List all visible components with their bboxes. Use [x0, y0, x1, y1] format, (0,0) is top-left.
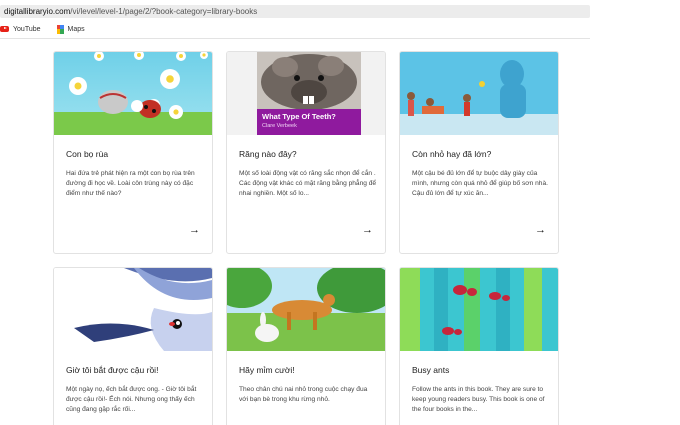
book-title[interactable]: Còn nhỏ hay đã lớn? [412, 149, 491, 159]
book-description: Một ngày nọ, ếch bắt được ong. - Giờ tôi… [66, 386, 197, 413]
book-cover-image [54, 268, 212, 351]
bookmarks-bar: YouTube Maps [0, 22, 101, 36]
url-domain: digitallibraryio.com [4, 7, 71, 16]
url-path: /vi/level/level-1/page/2/?book-category=… [70, 7, 258, 16]
book-title[interactable]: Hãy mỉm cười! [239, 365, 295, 375]
bookmark-youtube[interactable]: YouTube [0, 26, 41, 33]
book-card-hay-mim-cuoi[interactable]: Hãy mỉm cười! Theo chân chú nai nhỏ tron… [226, 267, 386, 425]
cover-title: What Type Of Teeth? [262, 112, 336, 121]
bookmark-label: YouTube [13, 25, 41, 33]
arrow-right-icon[interactable]: → [362, 224, 373, 236]
book-card-gio-toi-bat-duoc-cau-roi[interactable]: Giờ tôi bắt được cậu rồi! Một ngày nọ, ế… [53, 267, 213, 425]
youtube-icon [0, 26, 9, 32]
book-card-busy-ants[interactable]: Busy ants Follow the ants in this book. … [399, 267, 559, 425]
book-title[interactable]: Busy ants [412, 365, 449, 375]
bookmark-maps[interactable]: Maps [56, 24, 85, 34]
cover-title-banner: What Type Of Teeth? Clare Verbeek [257, 109, 361, 135]
book-cover-image [54, 52, 212, 135]
book-title[interactable]: Giờ tôi bắt được cậu rồi! [66, 365, 158, 375]
book-description: Một số loài động vật có răng sắc nhọn để… [239, 170, 377, 197]
book-description: Một cậu bé đủ lớn để tự buộc dây giày củ… [412, 170, 548, 197]
address-bar[interactable]: digitallibraryio.com/vi/level/level-1/pa… [0, 5, 590, 18]
toolbar-divider [0, 38, 590, 39]
book-description: Theo chân chú nai nhỏ trong cuộc chạy đu… [239, 386, 368, 403]
book-cover-image [227, 268, 385, 351]
book-title[interactable]: Con bọ rùa [66, 149, 108, 159]
book-title[interactable]: Răng nào đây? [239, 149, 297, 159]
url-text: digitallibraryio.com/vi/level/level-1/pa… [4, 5, 257, 18]
book-card-con-nho-hay-da-lon[interactable]: Còn nhỏ hay đã lớn? Một cậu bé đủ lớn để… [399, 51, 559, 254]
maps-icon [56, 24, 64, 34]
book-cover-image: What Type Of Teeth? Clare Verbeek [227, 52, 385, 135]
book-card-rang-nao-day[interactable]: What Type Of Teeth? Clare Verbeek Răng n… [226, 51, 386, 254]
book-card-con-bo-rua[interactable]: Con bọ rùa Hai đứa trẻ phát hiện ra một … [53, 51, 213, 254]
arrow-right-icon[interactable]: → [189, 224, 200, 236]
book-cover-image [400, 52, 558, 135]
book-description: Hai đứa trẻ phát hiện ra một con bọ rùa … [66, 170, 195, 197]
arrow-right-icon[interactable]: → [535, 224, 546, 236]
book-cover-image [400, 268, 558, 351]
cover-author: Clare Verbeek [262, 123, 297, 129]
book-description: Follow the ants in this book. They are s… [412, 386, 545, 413]
bookmark-label: Maps [67, 25, 85, 33]
